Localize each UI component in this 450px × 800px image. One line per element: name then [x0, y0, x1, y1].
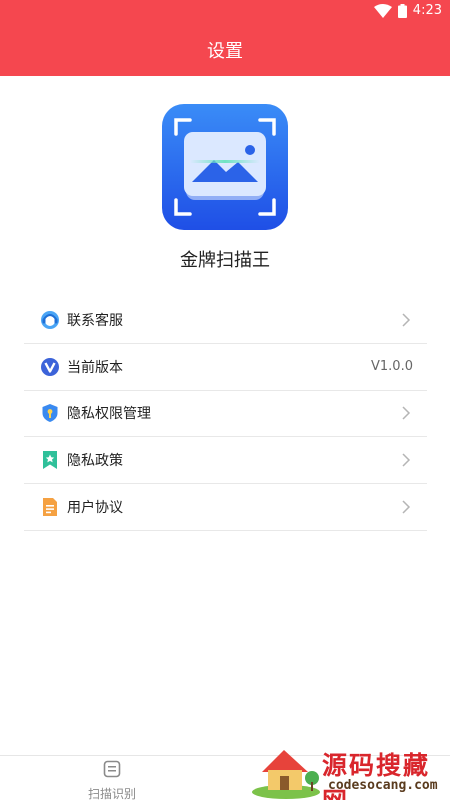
scan-document-icon	[103, 760, 121, 778]
status-time: 4:23	[412, 3, 442, 18]
chevron-right-icon	[402, 500, 411, 514]
app-logo-icon	[162, 104, 288, 230]
menu-item-privacy-permissions[interactable]: 隐私权限管理	[24, 391, 427, 438]
menu-item-privacy-policy[interactable]: 隐私政策	[24, 437, 427, 485]
house-logo-icon	[252, 750, 320, 799]
menu-item-contact-service[interactable]: 联系客服	[24, 297, 427, 344]
chevron-right-icon	[402, 453, 411, 467]
customer-service-icon	[41, 310, 59, 329]
page-title: 设置	[207, 41, 243, 62]
battery-icon	[397, 3, 407, 18]
app-name: 金牌扫描王	[180, 250, 270, 271]
wifi-icon	[373, 3, 392, 18]
version-icon	[41, 357, 59, 376]
watermark-url: codesocang.com	[328, 778, 438, 793]
header-bar: 4:23 设置	[0, 0, 450, 76]
chevron-right-icon	[402, 313, 411, 327]
tab-label: 扫描识别	[87, 787, 136, 800]
document-icon	[43, 498, 57, 517]
watermark: 源码搜藏网 codesocang.com	[248, 742, 450, 800]
menu-item-label: 当前版本	[67, 359, 123, 376]
privacy-shield-icon	[42, 404, 58, 423]
version-value: V1.0.0	[371, 359, 413, 375]
tab-scan-recognize[interactable]: 扫描识别	[70, 760, 154, 800]
menu-item-label: 用户协议	[67, 500, 123, 517]
settings-menu: 联系客服 当前版本 V1.0.0 隐私权限管理 隐私政策 用户协议	[24, 297, 427, 531]
menu-item-label: 隐私权限管理	[67, 406, 151, 423]
chevron-right-icon	[402, 406, 411, 421]
bookmark-star-icon	[43, 451, 57, 470]
menu-item-user-agreement[interactable]: 用户协议	[24, 484, 427, 531]
menu-item-label: 隐私政策	[67, 453, 123, 470]
menu-item-label: 联系客服	[67, 312, 123, 329]
status-bar: 4:23	[0, 0, 450, 24]
menu-item-current-version[interactable]: 当前版本 V1.0.0	[24, 344, 427, 391]
